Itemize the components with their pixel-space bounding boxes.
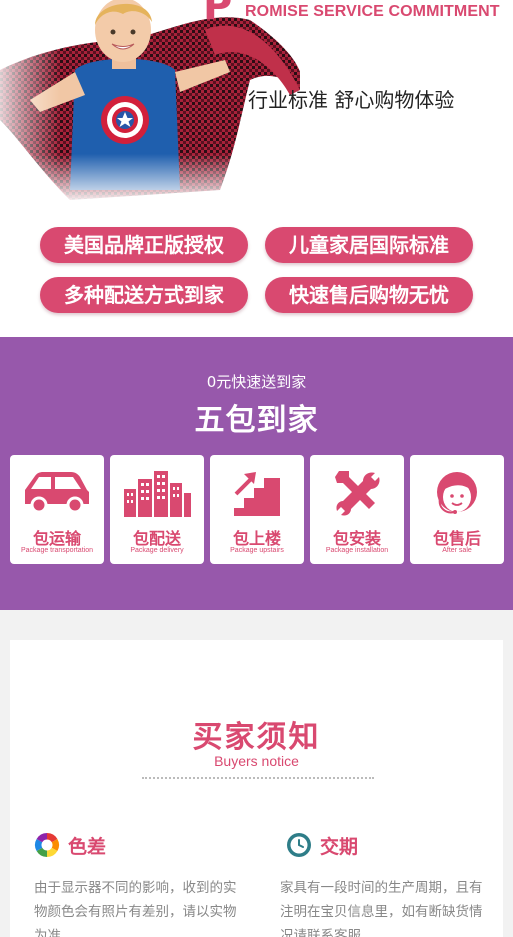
promise-badge-after-sales: 快速售后购物无忧 — [265, 277, 473, 313]
headset-agent-icon — [410, 467, 504, 519]
delivery-small-title: 0元快速送到家 — [206, 373, 307, 391]
service-card-transportation: 包运输 Package transportation — [10, 455, 104, 564]
tools-icon — [310, 467, 404, 519]
service-card-subtitle: Package delivery — [130, 547, 184, 554]
buyers-notice-card: 买家须知 Buyers notice 色差 由于显示器不同的影响，收到的实物颜色… — [10, 640, 503, 937]
stairs-icon — [210, 467, 304, 519]
delivery-section: 0元快速送到家 五包到家 包运输 Package transportation — [0, 337, 513, 610]
hero-heading: ROMISE SERVICE COMMITMENT — [245, 3, 500, 20]
service-card-subtitle: Package transportation — [21, 547, 93, 554]
buildings-icon — [110, 467, 204, 519]
notice-title: 买家须知 — [192, 720, 321, 755]
page: P ROMISE SERVICE COMMITMENT 行业标准 舒心购物体验 … — [0, 0, 513, 937]
notice-subtitle: Buyers notice — [214, 753, 299, 769]
notice-item-title: 色差 — [68, 835, 107, 858]
hero-subtitle: 行业标准 舒心购物体验 — [248, 88, 455, 112]
dotted-divider — [142, 777, 374, 779]
promise-badge-delivery-options: 多种配送方式到家 — [40, 277, 248, 313]
notice-item-title: 交期 — [320, 835, 359, 858]
promise-badge-brand-license: 美国品牌正版授权 — [40, 227, 248, 263]
service-card-title: 包售后 — [432, 529, 481, 548]
notice-item-header-color: 色差 — [34, 832, 106, 858]
service-card-after-sale: 包售后 After sale — [410, 455, 504, 564]
service-card-delivery: 包配送 Package delivery — [110, 455, 204, 564]
service-card-installation: 包安装 Package installation — [310, 455, 404, 564]
car-icon — [10, 467, 104, 519]
service-card-subtitle: Package upstairs — [230, 547, 284, 554]
color-wheel-icon — [34, 833, 60, 857]
promise-badges: 美国品牌正版授权 儿童家居国际标准 多种配送方式到家 快速售后购物无忧 — [0, 220, 513, 337]
promise-badge-international-standard: 儿童家居国际标准 — [265, 227, 473, 263]
hero-banner: P ROMISE SERVICE COMMITMENT 行业标准 舒心购物体验 — [0, 0, 513, 220]
notice-item-text: 家具有一段时间的生产周期，且有注明在宝贝信息里，如有断缺货情况请联系客服 — [280, 880, 483, 937]
service-card-upstairs: 包上楼 Package upstairs — [210, 455, 304, 564]
service-card-subtitle: Package installation — [325, 547, 389, 554]
buyers-notice-section: 买家须知 Buyers notice 色差 由于显示器不同的影响，收到的实物颜色… — [0, 610, 513, 937]
service-card-subtitle: After sale — [442, 547, 472, 554]
clock-icon — [287, 833, 311, 857]
delivery-big-title: 五包到家 — [194, 403, 319, 438]
service-card-title: 包运输 — [32, 529, 81, 548]
notice-item-text: 由于显示器不同的影响，收到的实物颜色会有照片有差别，请以实物为准 — [34, 880, 237, 937]
notice-item-header-delivery-time: 交期 — [286, 832, 358, 858]
service-card-title: 包安装 — [332, 529, 381, 548]
service-card-title: 包配送 — [132, 529, 181, 548]
hero-initial-letter: P — [203, 0, 233, 29]
service-card-title: 包上楼 — [232, 529, 281, 548]
